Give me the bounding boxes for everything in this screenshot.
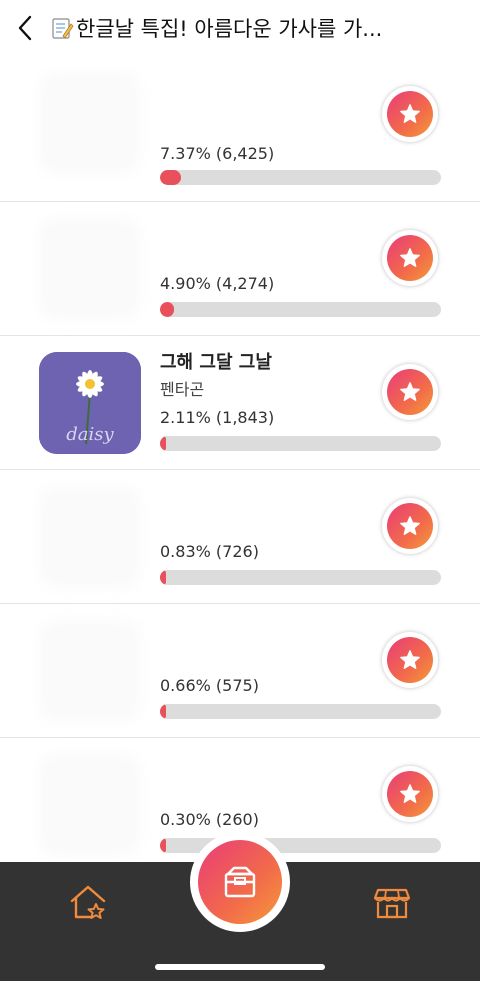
store-icon [373, 888, 411, 919]
album-art-text: daisy [66, 424, 114, 445]
album-art [39, 72, 141, 174]
nav-vote-button[interactable] [198, 840, 282, 924]
vote-button[interactable] [382, 766, 438, 822]
chevron-left-icon [18, 15, 32, 41]
top-bar: 한글날 특집! 아름다운 가사를 가... [0, 0, 480, 56]
progress-bar [160, 302, 441, 317]
percent-text: 7.37% (6,425) [160, 144, 275, 163]
star-icon [400, 104, 420, 123]
album-art: daisy [39, 352, 141, 454]
progress-fill [160, 302, 174, 317]
percent-text: 4.90% (4,274) [160, 274, 275, 293]
vote-button[interactable] [382, 632, 438, 688]
star-icon [400, 248, 420, 267]
list-item: 0.66% (575) [0, 604, 480, 738]
progress-bar [160, 570, 441, 585]
progress-fill [160, 570, 166, 585]
album-art [39, 218, 141, 320]
star-icon [400, 516, 420, 535]
album-art [39, 620, 141, 722]
percent-text: 0.83% (726) [160, 542, 259, 561]
vote-button[interactable] [382, 230, 438, 286]
list-item: 4.90% (4,274) [0, 202, 480, 336]
song-title: 그해 그달 그날 [160, 352, 272, 373]
progress-bar [160, 170, 441, 185]
percent-text: 0.66% (575) [160, 676, 259, 695]
ballot-box-icon [224, 866, 256, 898]
star-icon [400, 650, 420, 669]
progress-fill [160, 170, 181, 185]
home-star-icon [70, 885, 106, 919]
memo-icon [52, 18, 74, 39]
album-art [39, 754, 141, 856]
progress-fill [160, 838, 166, 853]
list-item: 7.37% (6,425) [0, 56, 480, 202]
nav-home-button[interactable] [68, 882, 108, 922]
vote-button[interactable] [382, 86, 438, 142]
bottom-nav [0, 832, 480, 981]
progress-fill [160, 704, 166, 719]
home-indicator [155, 964, 325, 970]
album-art [39, 486, 141, 588]
title-area: 한글날 특집! 아름다운 가사를 가... [50, 13, 480, 43]
daisy-artwork: daisy [39, 352, 141, 454]
percent-text: 2.11% (1,843) [160, 408, 275, 427]
nav-shop-button[interactable] [372, 882, 412, 922]
progress-bar [160, 436, 441, 451]
progress-bar [160, 704, 441, 719]
vote-button[interactable] [382, 498, 438, 554]
artist-name: 펜타곤 [160, 380, 205, 399]
nav-center-ring [190, 832, 290, 932]
percent-text: 0.30% (260) [160, 810, 259, 829]
back-button[interactable] [0, 0, 50, 56]
star-icon [400, 382, 420, 401]
star-icon [400, 784, 420, 803]
vote-button[interactable] [382, 364, 438, 420]
list-item: 0.83% (726) [0, 470, 480, 604]
progress-fill [160, 436, 166, 451]
list-item: daisy 그해 그달 그날 펜타곤 2.11% (1,843) [0, 336, 480, 470]
page-title: 한글날 특집! 아름다운 가사를 가... [76, 17, 383, 41]
